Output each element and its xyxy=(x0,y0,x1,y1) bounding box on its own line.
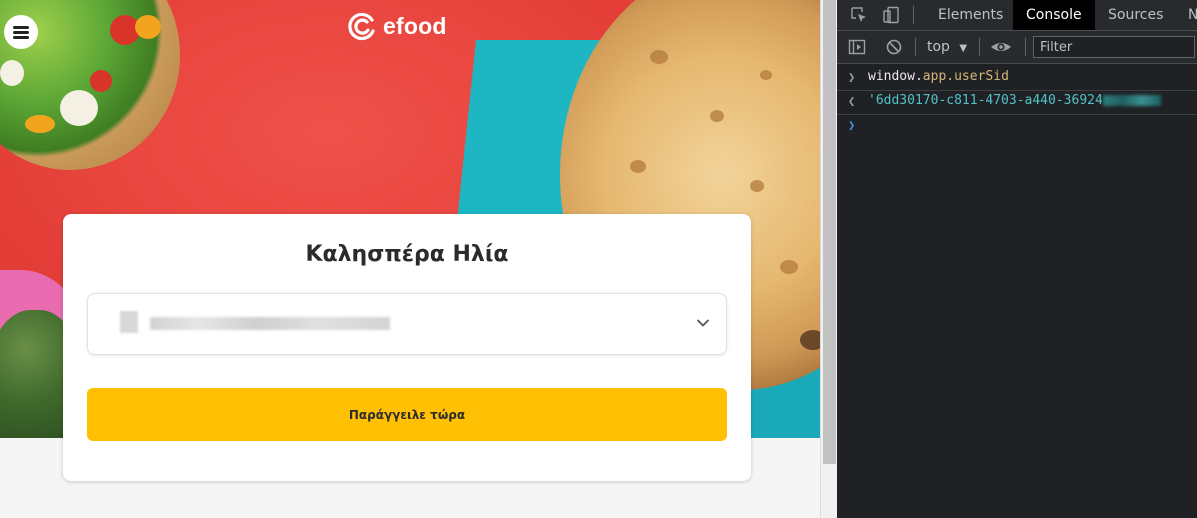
efood-logo-icon xyxy=(348,12,375,41)
address-text-redacted xyxy=(150,317,390,330)
chevron-right-icon: ❯ xyxy=(848,70,856,84)
console-prompt[interactable]: ❯ xyxy=(837,114,1197,138)
clear-console-icon[interactable] xyxy=(885,38,903,56)
console-toolbar: top ▼ xyxy=(837,31,1197,64)
scrollbar-thumb[interactable] xyxy=(823,0,836,464)
console-filter-input[interactable] xyxy=(1033,36,1195,58)
chevron-down-icon xyxy=(697,319,709,327)
console-result: '6dd30170-c811-4703-a440-36924 xyxy=(868,93,1161,108)
hamburger-menu-button[interactable] xyxy=(4,15,38,49)
console-command: window.app.userSid xyxy=(868,69,1009,84)
tab-sources[interactable]: Sources xyxy=(1095,0,1176,30)
toolbar-separator xyxy=(915,38,916,56)
inspect-element-icon[interactable] xyxy=(850,6,868,24)
devtools-panel: Elements Console Sources N top ▼ ❯ win xyxy=(837,0,1197,518)
sidebar-toggle-icon[interactable] xyxy=(848,38,866,56)
tabbar-separator xyxy=(913,6,914,24)
address-icon-redacted xyxy=(120,311,138,333)
efood-logo[interactable]: efood xyxy=(347,10,447,42)
greeting-card: Καλησπέρα Ηλία Παράγγειλε τώρα xyxy=(63,214,751,481)
address-select[interactable] xyxy=(87,293,727,355)
hamburger-menu-icon xyxy=(13,26,29,39)
console-result-line: ❮ '6dd30170-c811-4703-a440-36924 xyxy=(837,90,1197,115)
console-input-line: ❯ window.app.userSid xyxy=(837,66,1197,91)
context-selector[interactable]: top ▼ xyxy=(927,39,967,55)
tab-network[interactable]: N xyxy=(1175,0,1197,30)
redacted-value xyxy=(1102,95,1161,106)
devtools-tabbar: Elements Console Sources N xyxy=(837,0,1197,31)
efood-page: efood Καλησπέρα Ηλία Παράγγειλε τώρα xyxy=(0,0,820,518)
device-toolbar-icon[interactable] xyxy=(882,6,900,24)
dropdown-arrow-icon: ▼ xyxy=(959,43,968,54)
prompt-chevron-icon: ❯ xyxy=(848,118,856,132)
toolbar-separator-2 xyxy=(979,38,980,56)
toolbar-separator-3 xyxy=(1025,38,1026,56)
context-label: top xyxy=(927,39,950,55)
page-scrollbar[interactable] xyxy=(820,0,838,518)
logo-text: efood xyxy=(383,12,447,39)
order-now-button[interactable]: Παράγγειλε τώρα xyxy=(87,388,727,441)
tab-console[interactable]: Console xyxy=(1013,0,1095,30)
chevron-left-icon: ❮ xyxy=(848,94,856,108)
tab-elements[interactable]: Elements xyxy=(925,0,1016,30)
greeting-title: Καλησπέρα Ηλία xyxy=(305,242,509,267)
live-expression-eye-icon[interactable] xyxy=(990,38,1012,56)
